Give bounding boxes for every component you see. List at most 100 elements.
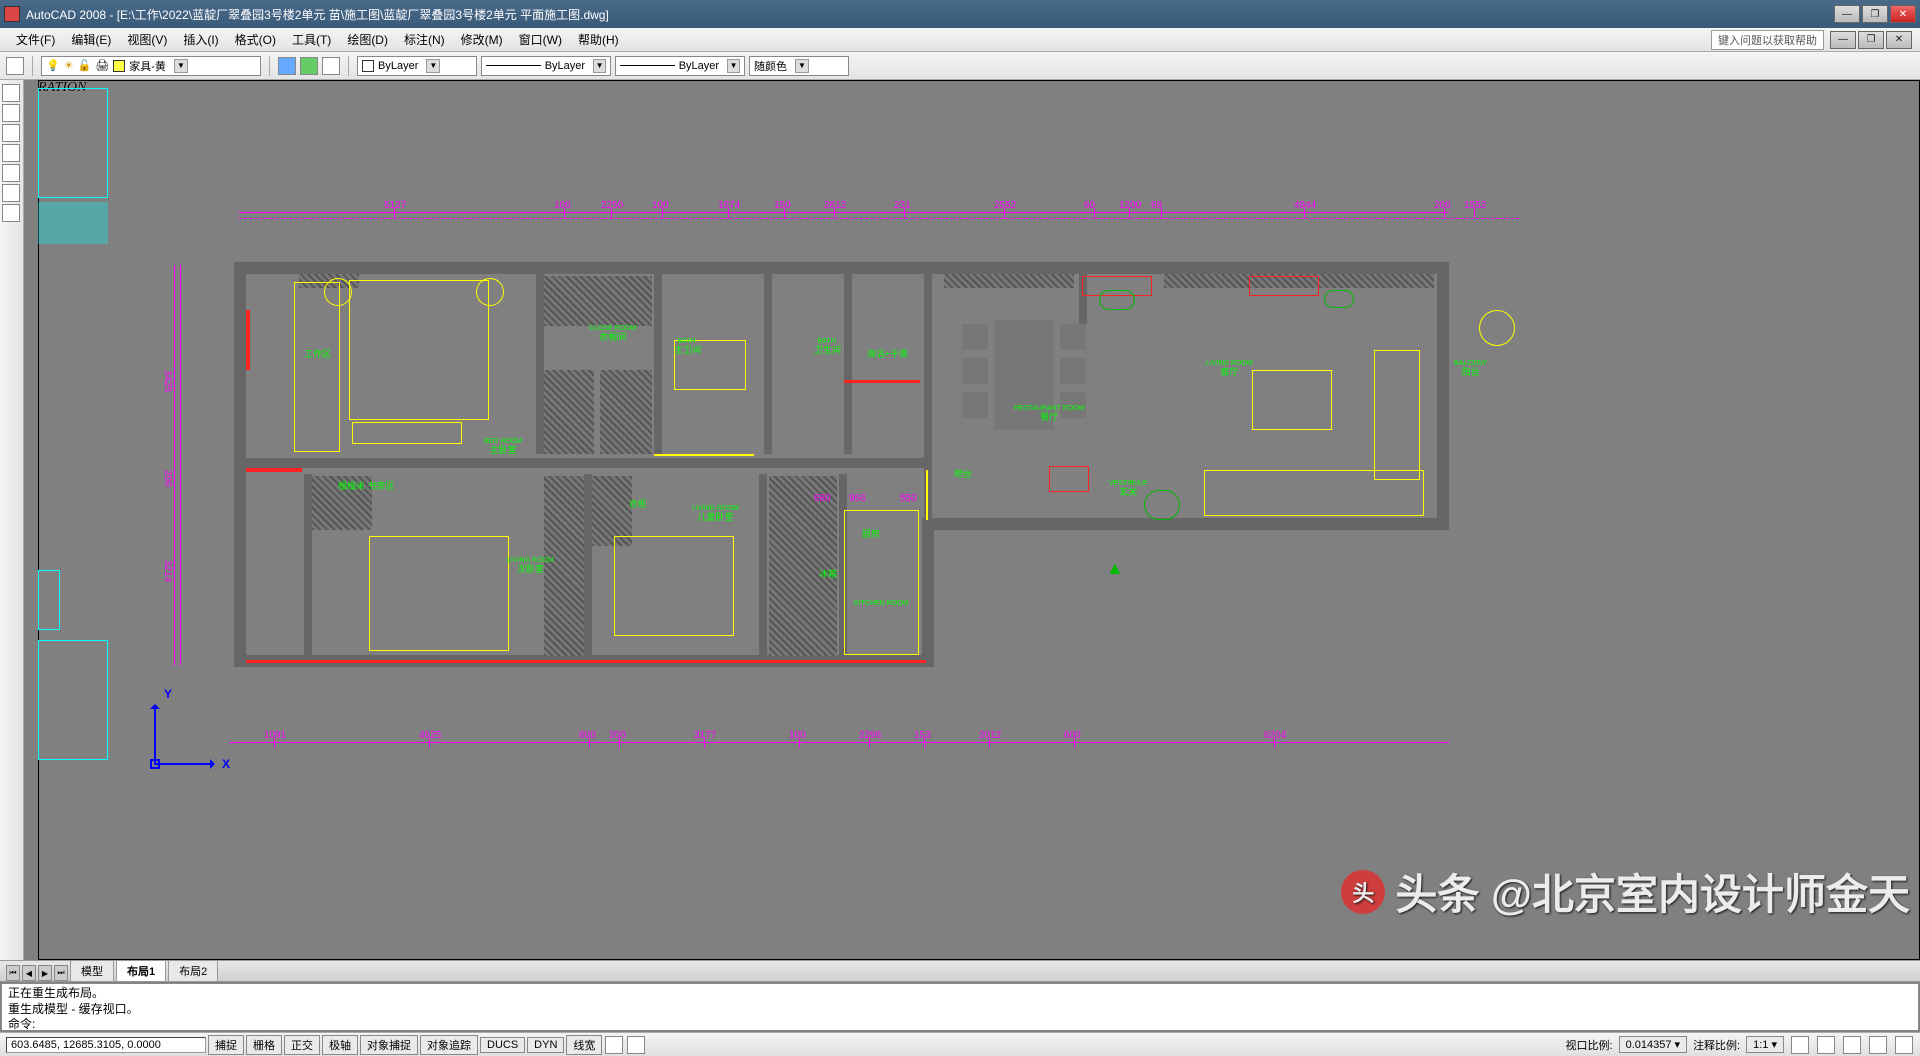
arc-tool-icon[interactable] xyxy=(2,144,20,162)
plotstyle-combo[interactable]: 随颜色 ▼ xyxy=(749,56,849,76)
menu-help[interactable]: 帮助(H) xyxy=(570,31,627,48)
app-icon xyxy=(4,6,20,22)
rectangle-tool-icon[interactable] xyxy=(2,164,20,182)
furniture-chair xyxy=(1060,358,1086,384)
north-arrow-icon: ▲ xyxy=(1106,558,1124,579)
furniture-coffee-table xyxy=(1252,370,1332,430)
ref-block xyxy=(38,202,108,244)
layer-previous-icon[interactable] xyxy=(278,57,296,75)
dimension-value: 966 xyxy=(849,493,866,504)
layout-tabs: ⏮ ◀ ▶ ⏭ 模型 布局1 布局2 xyxy=(0,960,1920,982)
menu-format[interactable]: 格式(O) xyxy=(227,31,284,48)
room-label: BED ROOM主卧室 xyxy=(484,438,522,456)
chevron-down-icon[interactable]: ▼ xyxy=(593,59,606,73)
menu-view[interactable]: 视图(V) xyxy=(119,31,175,48)
chevron-down-icon[interactable]: ▼ xyxy=(174,59,188,73)
dimension-value: 2250 xyxy=(601,200,623,211)
dimension-value: 2552 xyxy=(994,200,1016,211)
dyn-toggle[interactable]: DYN xyxy=(527,1037,564,1053)
dimension-value: 2012 xyxy=(979,730,1001,741)
toolbar-lock-icon[interactable] xyxy=(1869,1036,1887,1054)
ducs-toggle[interactable]: DUCS xyxy=(480,1037,525,1053)
room-label: VESTIBULE玄关 xyxy=(1109,480,1148,498)
tab-layout2[interactable]: 布局2 xyxy=(168,960,218,981)
dimension-value: 200 xyxy=(1434,200,1451,211)
room-label: LIVING ROOM客厅 xyxy=(1206,360,1253,378)
menu-draw[interactable]: 绘图(D) xyxy=(339,31,396,48)
menu-dimension[interactable]: 标注(N) xyxy=(396,31,453,48)
help-search-input[interactable]: 键入问题以获取帮助 xyxy=(1711,30,1824,50)
tab-first-icon[interactable]: ⏮ xyxy=(6,965,20,981)
hatch-tool-icon[interactable] xyxy=(2,184,20,202)
tab-model[interactable]: 模型 xyxy=(70,960,114,981)
text-tool-icon[interactable] xyxy=(2,204,20,222)
close-button[interactable]: ✕ xyxy=(1890,5,1916,23)
dimension-value: 2296 xyxy=(859,730,881,741)
line-tool-icon[interactable] xyxy=(2,84,20,102)
hatch-block xyxy=(944,274,1074,288)
wall xyxy=(922,518,1449,530)
dimension-value: 680 xyxy=(814,493,831,504)
door-opening xyxy=(926,470,928,520)
annotation-autoscale-icon[interactable] xyxy=(1817,1036,1835,1054)
furniture-chair xyxy=(1060,324,1086,350)
dimension-value: 4944 xyxy=(1294,200,1316,211)
tab-last-icon[interactable]: ⏭ xyxy=(54,965,68,981)
layer-tools-icon[interactable] xyxy=(322,57,340,75)
layer-combo[interactable]: 💡☀🔓🖨 家具-黄 ▼ xyxy=(41,56,261,76)
menu-file[interactable]: 文件(F) xyxy=(8,31,63,48)
layer-states-icon[interactable] xyxy=(300,57,318,75)
menu-edit[interactable]: 编辑(E) xyxy=(63,31,119,48)
menu-window[interactable]: 窗口(W) xyxy=(511,31,570,48)
tab-prev-icon[interactable]: ◀ xyxy=(22,965,36,981)
circle-tool-icon[interactable] xyxy=(2,124,20,142)
wall xyxy=(304,474,312,659)
dimension-value: 600 xyxy=(579,730,596,741)
dimension-value: 3177 xyxy=(694,730,716,741)
wall xyxy=(654,274,662,454)
room-label: 榻榻米 书房区 xyxy=(338,482,395,492)
tab-layout1[interactable]: 布局1 xyxy=(116,960,166,981)
menu-modify[interactable]: 修改(M) xyxy=(453,31,511,48)
doc-minimize-button[interactable]: — xyxy=(1830,31,1856,49)
chevron-down-icon[interactable]: ▼ xyxy=(426,59,440,73)
viewport-scale-combo[interactable]: 0.014357 ▾ xyxy=(1619,1036,1687,1053)
ref-block xyxy=(38,88,108,198)
layer-name: 家具-黄 xyxy=(129,58,166,74)
furniture-wardrobe xyxy=(294,282,340,452)
linetype-combo[interactable]: ByLayer ▼ xyxy=(481,56,611,76)
menu-insert[interactable]: 插入(I) xyxy=(175,31,226,48)
anno-scale-combo[interactable]: 1:1 ▾ xyxy=(1746,1036,1784,1053)
minimize-button[interactable]: — xyxy=(1834,5,1860,23)
color-combo[interactable]: ByLayer ▼ xyxy=(357,56,477,76)
menu-tools[interactable]: 工具(T) xyxy=(284,31,339,48)
layer-manager-icon[interactable] xyxy=(6,57,24,75)
furniture-chair xyxy=(962,392,988,418)
lineweight-combo[interactable]: ByLayer ▼ xyxy=(615,56,745,76)
model-paper-toggle-icon[interactable] xyxy=(605,1036,623,1054)
furniture-bed xyxy=(349,280,489,420)
workspace-switch-icon[interactable] xyxy=(1843,1036,1861,1054)
menu-bar: 文件(F) 编辑(E) 视图(V) 插入(I) 格式(O) 工具(T) 绘图(D… xyxy=(0,28,1920,52)
chevron-down-icon[interactable]: ▼ xyxy=(795,59,809,73)
watermark-text: 头条 @北京室内设计师金天 xyxy=(1395,861,1910,922)
maximize-button[interactable]: ❐ xyxy=(1862,5,1888,23)
status-extra-icon[interactable] xyxy=(627,1036,645,1054)
doc-close-button[interactable]: ✕ xyxy=(1886,31,1912,49)
furniture-bench xyxy=(352,422,462,444)
red-marker xyxy=(844,380,920,383)
annotation-visibility-icon[interactable] xyxy=(1791,1036,1809,1054)
drawing-canvas[interactable]: RATION xyxy=(24,80,1920,960)
room-label: LIVING ROOM次卧室 xyxy=(507,557,554,575)
doc-restore-button[interactable]: ❐ xyxy=(1858,31,1884,49)
command-line[interactable]: 正在重生成布局。 重生成模型 - 缓存视口。 命令: xyxy=(1,983,1919,1031)
dimension-value: 5127 xyxy=(384,200,406,211)
tab-next-icon[interactable]: ▶ xyxy=(38,965,52,981)
command-input[interactable] xyxy=(39,1018,1912,1031)
dimension-line-top xyxy=(239,212,1449,213)
clean-screen-icon[interactable] xyxy=(1895,1036,1913,1054)
polyline-tool-icon[interactable] xyxy=(2,104,20,122)
chevron-down-icon[interactable]: ▼ xyxy=(727,59,740,73)
coordinates-readout[interactable]: 603.6485, 12685.3105, 0.0000 xyxy=(6,1037,206,1053)
ref-block xyxy=(38,640,108,760)
